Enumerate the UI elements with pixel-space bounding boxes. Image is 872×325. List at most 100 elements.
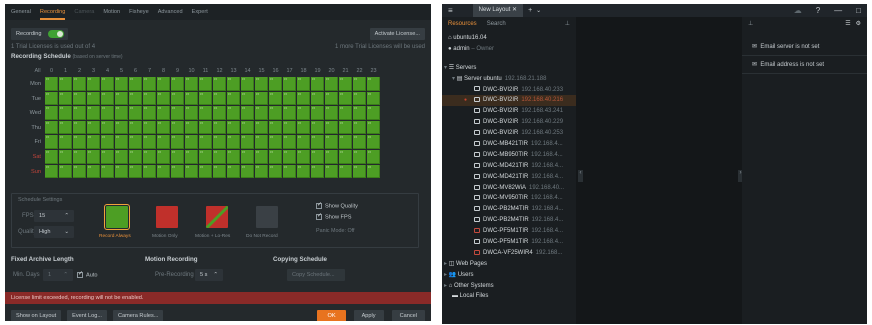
day-label[interactable]: Mon bbox=[15, 77, 41, 87]
camera-row[interactable]: DWC-MV950TIR 192.168.4... bbox=[442, 193, 576, 204]
schedule-cell[interactable]: 15 bbox=[87, 77, 100, 91]
schedule-cell[interactable]: 15 bbox=[171, 91, 184, 106]
schedule-cell[interactable]: 15 bbox=[59, 135, 72, 149]
schedule-cell[interactable]: 15 bbox=[367, 150, 380, 164]
camera-row[interactable]: DWC-MD421TIR 192.168.4... bbox=[442, 161, 576, 172]
schedule-cell[interactable]: 15 bbox=[115, 120, 128, 135]
schedule-cell[interactable]: 15 bbox=[311, 91, 324, 106]
schedule-cell[interactable]: 15 bbox=[325, 135, 338, 149]
schedule-cell[interactable]: 15 bbox=[115, 164, 128, 179]
camera-row[interactable]: DWCA-VF25WIR4 192.168... bbox=[442, 248, 576, 259]
servers-group[interactable]: ▾ ☰ Servers bbox=[442, 63, 576, 74]
schedule-cell[interactable]: 15 bbox=[199, 120, 212, 135]
camera-row[interactable]: DWC-PB2M4TIR 192.168.4... bbox=[442, 204, 576, 215]
schedule-cell[interactable]: 15 bbox=[269, 135, 282, 149]
schedule-cell[interactable]: 15 bbox=[199, 106, 212, 120]
schedule-cell[interactable]: 15 bbox=[87, 91, 100, 106]
fps-stepper[interactable]: 15 ⌃ bbox=[34, 210, 74, 222]
schedule-cell[interactable]: 15 bbox=[227, 164, 240, 179]
stepper-arrows-icon[interactable]: ⌃ bbox=[64, 210, 69, 222]
schedule-cell[interactable]: 15 bbox=[129, 120, 142, 135]
hour-label[interactable]: 14 bbox=[241, 68, 254, 74]
schedule-cell[interactable]: 15 bbox=[157, 164, 170, 179]
schedule-cell[interactable]: 15 bbox=[311, 120, 324, 135]
schedule-cell[interactable]: 15 bbox=[353, 150, 366, 164]
schedule-cell[interactable]: 15 bbox=[101, 91, 114, 106]
schedule-cell[interactable]: 15 bbox=[171, 164, 184, 179]
schedule-cell[interactable]: 15 bbox=[241, 77, 254, 91]
day-label[interactable]: Thu bbox=[15, 121, 41, 131]
camera-row[interactable]: DWC-PB2M4TIR 192.168.4... bbox=[442, 215, 576, 226]
schedule-cell[interactable]: 15 bbox=[101, 106, 114, 120]
pre-recording-stepper[interactable]: 5 s ⌃ bbox=[195, 269, 223, 281]
schedule-cell[interactable]: 15 bbox=[87, 135, 100, 149]
schedule-cell[interactable]: 15 bbox=[45, 164, 58, 179]
checkbox-icon[interactable] bbox=[77, 270, 83, 278]
users-group[interactable]: ▸ 👥 Users bbox=[442, 270, 576, 281]
schedule-cell[interactable]: 15 bbox=[143, 135, 156, 149]
hour-label[interactable]: 7 bbox=[143, 68, 156, 74]
chevron-down-icon[interactable]: ⌄ bbox=[536, 7, 541, 14]
motion-lores-swatch[interactable] bbox=[206, 206, 228, 228]
show-on-layout-button[interactable]: Show on Layout bbox=[11, 309, 62, 321]
schedule-cell[interactable]: 15 bbox=[143, 106, 156, 120]
schedule-cell[interactable]: 15 bbox=[171, 150, 184, 164]
schedule-cell[interactable]: 15 bbox=[73, 91, 86, 106]
schedule-cell[interactable]: 15 bbox=[73, 120, 86, 135]
hour-label[interactable]: 5 bbox=[115, 68, 128, 74]
checkbox-icon[interactable] bbox=[316, 201, 322, 209]
add-tab-icon[interactable]: + bbox=[528, 7, 532, 14]
tab-general[interactable]: General bbox=[11, 9, 31, 15]
schedule-cell[interactable]: 15 bbox=[353, 164, 366, 179]
schedule-cell[interactable]: 15 bbox=[269, 150, 282, 164]
schedule-cell[interactable]: 15 bbox=[353, 135, 366, 149]
camera-row[interactable]: DWC-MB421TIR 192.168.4... bbox=[442, 139, 576, 150]
server-row[interactable]: ▾ ▤ Server ubuntu 192.168.21.188 bbox=[442, 74, 576, 85]
stepper-arrows-icon[interactable]: ⌃ bbox=[213, 269, 218, 281]
copy-schedule-button[interactable]: Copy Schedule... bbox=[287, 269, 345, 281]
schedule-cell[interactable]: 15 bbox=[241, 120, 254, 135]
auto-checkbox[interactable]: Auto bbox=[77, 270, 98, 278]
layout-tab[interactable]: New Layout ✕ bbox=[472, 4, 524, 17]
motion-only-swatch[interactable] bbox=[156, 206, 178, 228]
schedule-cell[interactable]: 15 bbox=[325, 91, 338, 106]
maximize-icon[interactable]: □ bbox=[856, 6, 861, 15]
schedule-cell[interactable]: 15 bbox=[157, 91, 170, 106]
schedule-cell[interactable]: 15 bbox=[227, 150, 240, 164]
schedule-cell[interactable]: 15 bbox=[353, 120, 366, 135]
pin-icon[interactable]: ⊥ bbox=[748, 20, 753, 27]
schedule-cell[interactable]: 15 bbox=[171, 106, 184, 120]
schedule-cell[interactable]: 15 bbox=[129, 91, 142, 106]
pin-icon[interactable]: ⊥ bbox=[565, 20, 570, 27]
schedule-cell[interactable]: 15 bbox=[199, 135, 212, 149]
schedule-cell[interactable]: 15 bbox=[45, 106, 58, 120]
schedule-cell[interactable]: 15 bbox=[269, 164, 282, 179]
schedule-cell[interactable]: 15 bbox=[101, 150, 114, 164]
day-label[interactable]: Sun bbox=[15, 165, 41, 175]
quality-select[interactable]: High ⌄ bbox=[34, 226, 74, 238]
tab-motion[interactable]: Motion bbox=[103, 9, 120, 15]
event-log-button[interactable]: Event Log... bbox=[67, 309, 107, 321]
hour-label[interactable]: 23 bbox=[367, 68, 380, 74]
day-label[interactable]: Sat bbox=[15, 150, 41, 160]
schedule-cell[interactable]: 15 bbox=[339, 91, 352, 106]
camera-row[interactable]: DWC-MD421TIR 192.168.4... bbox=[442, 172, 576, 183]
schedule-cell[interactable]: 15 bbox=[115, 77, 128, 91]
tab-advanced[interactable]: Advanced bbox=[158, 9, 183, 15]
schedule-cell[interactable]: 15 bbox=[339, 150, 352, 164]
other-systems-group[interactable]: ▸ ⌂ Other Systems bbox=[442, 281, 576, 292]
schedule-cell[interactable]: 15 bbox=[157, 106, 170, 120]
camera-row[interactable]: ● DWC-BVI2IR 192.168.40.216 bbox=[442, 95, 576, 107]
camera-row[interactable]: DWC-BVI2IR 192.168.40.253 bbox=[442, 128, 576, 139]
hour-label[interactable]: 11 bbox=[199, 68, 212, 74]
schedule-cell[interactable]: 15 bbox=[129, 106, 142, 120]
schedule-cell[interactable]: 15 bbox=[185, 91, 198, 106]
notification-email-address[interactable]: ✉ Email address is not set bbox=[742, 57, 867, 74]
schedule-cell[interactable]: 15 bbox=[283, 164, 296, 179]
day-label[interactable]: Fri bbox=[15, 135, 41, 145]
schedule-cell[interactable]: 15 bbox=[129, 150, 142, 164]
schedule-cell[interactable]: 15 bbox=[199, 150, 212, 164]
minimize-icon[interactable]: — bbox=[834, 6, 842, 15]
schedule-cell[interactable]: 15 bbox=[227, 77, 240, 91]
camera-row[interactable]: DWC-PF5M1TIR 192.168.4... bbox=[442, 226, 576, 237]
